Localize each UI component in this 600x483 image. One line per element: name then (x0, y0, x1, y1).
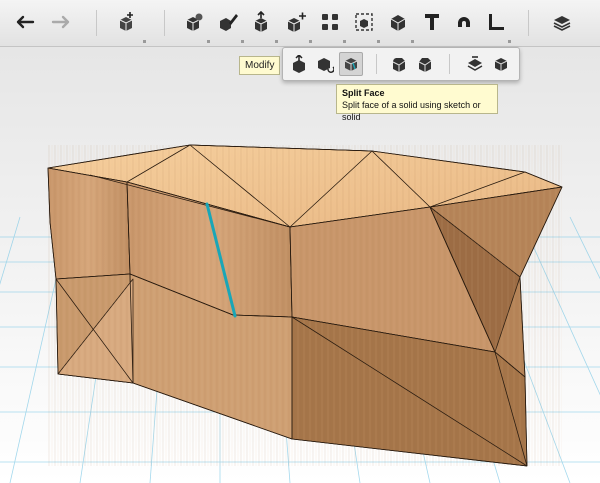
dropdown-indicator (377, 40, 380, 43)
split-solid-icon (494, 58, 508, 71)
shell-icon (467, 56, 483, 71)
material-icon (553, 16, 571, 31)
dropdown-indicator (207, 40, 210, 43)
primitives-icon (186, 13, 203, 31)
tweak-icon (318, 58, 334, 73)
shell-button[interactable] (463, 52, 487, 76)
text-icon (425, 14, 439, 30)
chamfer-button[interactable] (413, 52, 437, 76)
dropdown-indicator (275, 40, 278, 43)
modify-button[interactable] (282, 8, 310, 36)
tooltip-description: Split face of a solid using sketch or so… (342, 100, 481, 122)
dropdown-indicator (241, 40, 244, 43)
primitives-button[interactable] (180, 8, 208, 36)
material-button[interactable] (548, 8, 576, 36)
undo-button[interactable] (12, 8, 40, 36)
tweak-button[interactable] (313, 52, 337, 76)
dropdown-indicator (508, 40, 511, 43)
split-solid-button[interactable] (489, 52, 513, 76)
dropdown-indicator (343, 40, 346, 43)
fillet-icon (392, 58, 406, 72)
pattern-icon (322, 14, 338, 30)
3d-viewport[interactable] (0, 47, 600, 483)
split-face-button[interactable] (339, 52, 363, 76)
toolbar-separator (96, 10, 97, 36)
dropdown-indicator (309, 40, 312, 43)
construct-button[interactable] (248, 8, 276, 36)
modify-label: Modify (239, 56, 281, 75)
press-pull-icon (293, 55, 305, 73)
redo-icon (51, 15, 70, 29)
menu-separator (376, 54, 377, 74)
modify-icon (287, 12, 306, 32)
press-pull-button[interactable] (287, 52, 311, 76)
import-button[interactable] (112, 8, 140, 36)
measure-icon (489, 14, 504, 30)
import-icon (119, 12, 133, 31)
split-face-icon (344, 58, 358, 71)
modify-flyout-menu (282, 47, 520, 81)
redo-button[interactable] (46, 8, 74, 36)
text-button[interactable] (418, 8, 446, 36)
dropdown-indicator (411, 40, 414, 43)
scene-canvas (0, 47, 600, 483)
sketch-icon (220, 14, 238, 31)
tooltip-title: Split Face (342, 88, 385, 98)
combine-icon (390, 15, 406, 31)
sketch-button[interactable] (214, 8, 242, 36)
main-toolbar (0, 0, 600, 47)
group-button[interactable] (350, 8, 378, 36)
snap-button[interactable] (450, 8, 478, 36)
undo-icon (16, 15, 35, 29)
toolbar-separator (164, 10, 165, 36)
construct-icon (254, 11, 268, 32)
menu-separator (449, 54, 450, 74)
split-face-tooltip: Split Face Split face of a solid using s… (336, 84, 498, 122)
measure-button[interactable] (482, 8, 510, 36)
snap-icon (458, 17, 470, 27)
toolbar-separator (528, 10, 529, 36)
front-face-left-upper[interactable] (47, 167, 131, 280)
dropdown-indicator (143, 40, 146, 43)
group-icon (355, 13, 373, 31)
fillet-button[interactable] (387, 52, 411, 76)
pattern-button[interactable] (316, 8, 344, 36)
combine-button[interactable] (384, 8, 412, 36)
chamfer-icon (418, 58, 432, 72)
